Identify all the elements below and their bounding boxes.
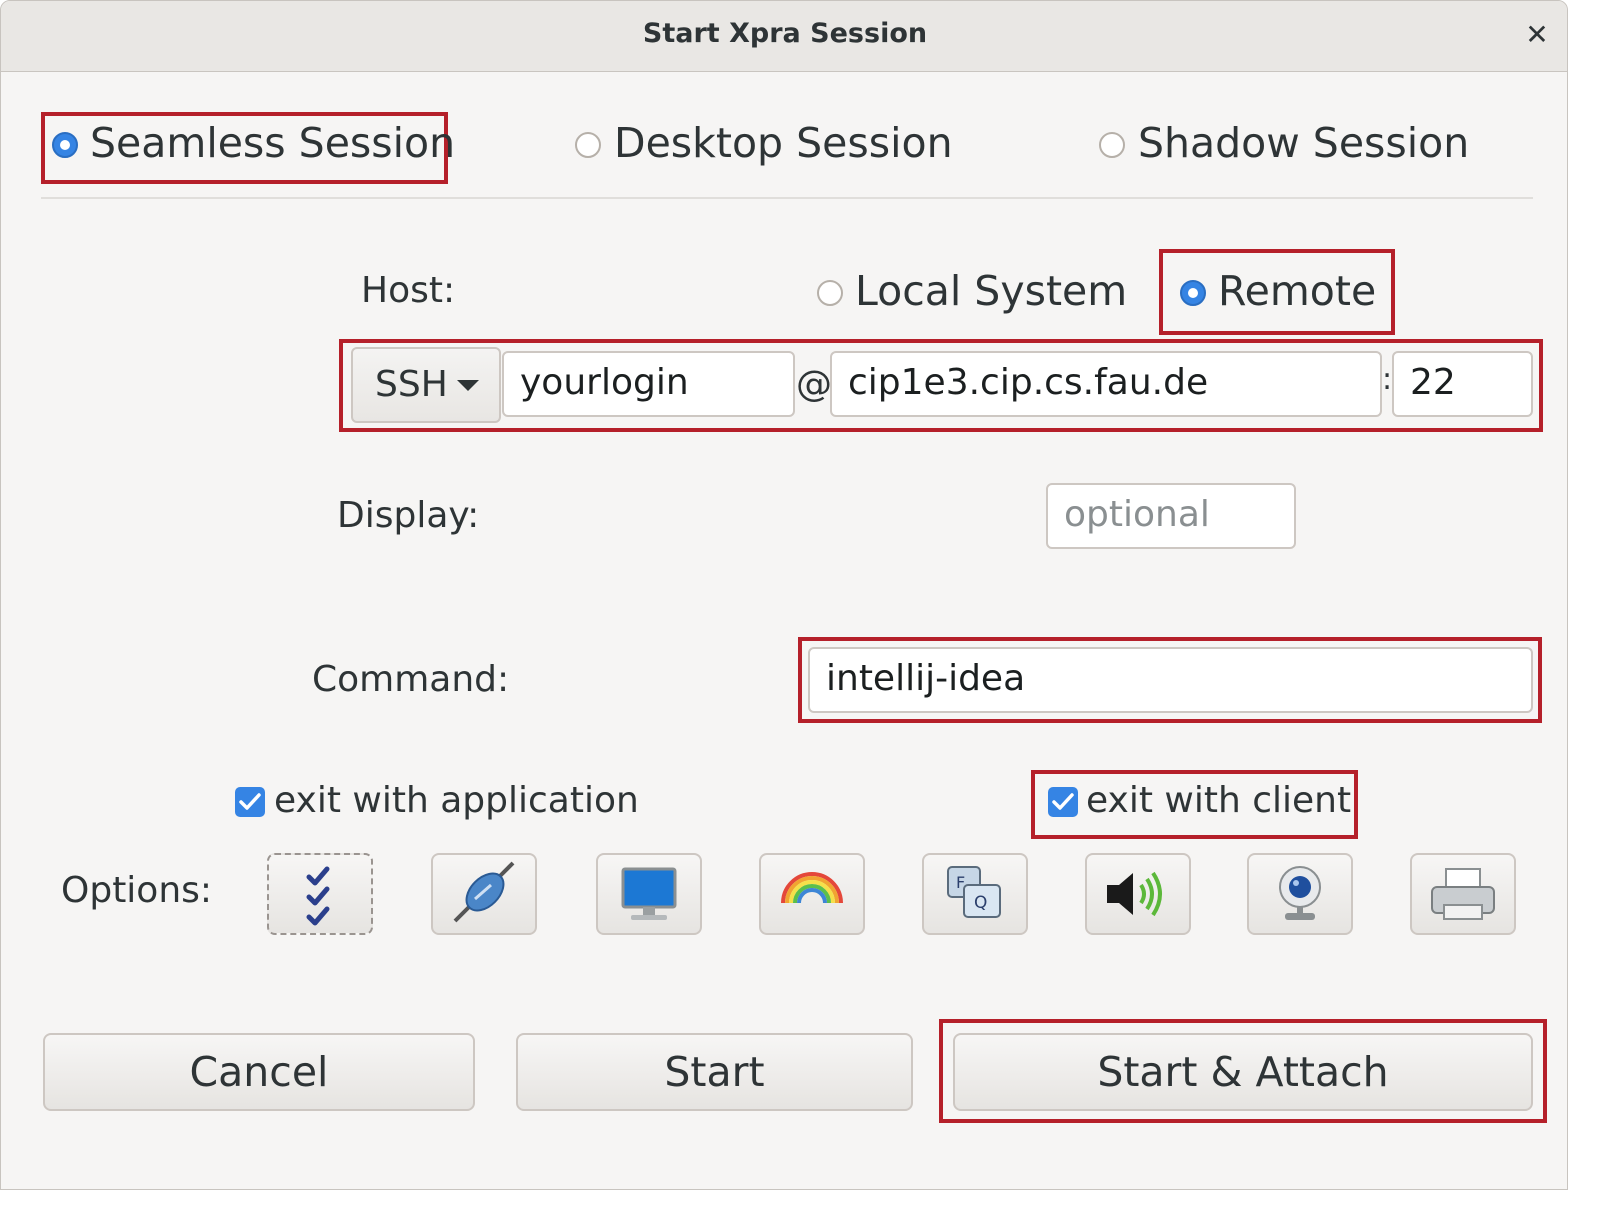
display-button[interactable] (596, 853, 702, 935)
remote-label[interactable]: Remote (1218, 267, 1376, 315)
color-rainbow-icon (781, 872, 843, 904)
chevron-down-icon (457, 380, 479, 391)
seamless-session-label[interactable]: Seamless Session (90, 119, 455, 167)
close-icon[interactable]: ✕ (1517, 15, 1557, 55)
speaker-audio-icon (1107, 871, 1162, 917)
keyboard-keys-icon: F Q (947, 866, 1001, 918)
remote-radio[interactable] (1180, 280, 1206, 306)
seamless-session-radio[interactable] (52, 132, 78, 158)
local-system-label[interactable]: Local System (855, 267, 1127, 315)
desktop-session-label[interactable]: Desktop Session (614, 119, 953, 167)
network-plug-icon (453, 861, 515, 923)
hostname-input[interactable]: cip1e3.cip.cs.fau.de (830, 351, 1382, 417)
checkmark-icon (1052, 793, 1074, 810)
exit-with-application-checkbox[interactable] (235, 787, 265, 817)
keyboard-button[interactable]: F Q (922, 853, 1028, 935)
network-button[interactable] (431, 853, 537, 935)
webcam-icon (1279, 866, 1321, 920)
exit-with-client-checkbox[interactable] (1048, 787, 1078, 817)
exit-with-client-label[interactable]: exit with client (1086, 780, 1351, 821)
start-button[interactable]: Start (516, 1033, 913, 1111)
printer-button[interactable] (1410, 853, 1516, 935)
checkmark-icon (239, 793, 261, 810)
at-sign: @ (796, 364, 832, 405)
display-monitor-icon (621, 867, 677, 920)
printer-icon (1431, 868, 1495, 920)
audio-button[interactable] (1085, 853, 1191, 935)
command-label: Command: (312, 659, 510, 700)
features-checklist-button[interactable] (267, 853, 373, 935)
webcam-button[interactable] (1247, 853, 1353, 935)
start-session-dialog: Start Xpra Session ✕ Seamless Session De… (0, 0, 1568, 1190)
port-separator: : (1382, 362, 1393, 397)
port-input[interactable]: 22 (1392, 351, 1533, 417)
start-attach-button[interactable]: Start & Attach (953, 1033, 1533, 1111)
protocol-dropdown[interactable]: SSH (351, 347, 501, 423)
exit-with-application-label[interactable]: exit with application (274, 780, 639, 821)
shadow-session-label[interactable]: Shadow Session (1138, 119, 1469, 167)
desktop-session-radio[interactable] (575, 132, 601, 158)
local-system-radio[interactable] (817, 280, 843, 306)
command-input[interactable]: intellij-idea (808, 647, 1533, 713)
separator (41, 197, 1533, 199)
shadow-session-radio[interactable] (1099, 132, 1125, 158)
svg-text:Q: Q (974, 893, 987, 913)
options-label: Options: (61, 870, 213, 911)
features-checklist-icon (306, 866, 330, 926)
cancel-button[interactable]: Cancel (43, 1033, 475, 1111)
display-label: Display: (337, 495, 480, 536)
window-title: Start Xpra Session (642, 18, 928, 49)
host-label: Host: (361, 270, 456, 311)
color-button[interactable] (759, 853, 865, 935)
display-input[interactable]: optional (1046, 483, 1296, 549)
username-input[interactable]: yourlogin (502, 351, 795, 417)
protocol-value: SSH (375, 364, 448, 405)
